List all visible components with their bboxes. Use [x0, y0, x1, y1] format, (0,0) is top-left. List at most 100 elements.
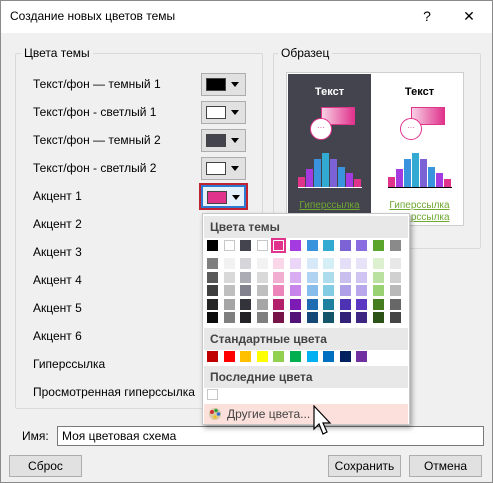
theme-shade-swatch[interactable]: [290, 312, 301, 323]
theme-shade-swatch[interactable]: [273, 285, 285, 296]
sample-bar: [306, 169, 313, 187]
theme-shade-swatch[interactable]: [290, 271, 301, 283]
standard-color-swatch[interactable]: [207, 351, 218, 362]
close-button[interactable]: ✕: [447, 1, 491, 31]
theme-shade-swatch[interactable]: [389, 258, 401, 269]
theme-shade-swatch[interactable]: [256, 312, 268, 323]
theme-color-swatch[interactable]: [240, 240, 252, 251]
theme-shade-swatch[interactable]: [207, 312, 218, 323]
theme-shade-swatch[interactable]: [290, 298, 301, 310]
theme-shade-swatch[interactable]: [389, 285, 401, 296]
theme-shade-swatch[interactable]: [339, 312, 351, 323]
theme-shade-swatch[interactable]: [339, 298, 351, 310]
sample-legend: Образец: [278, 46, 333, 60]
theme-shade-swatch[interactable]: [273, 312, 285, 323]
color-picker-button[interactable]: [201, 73, 246, 96]
help-button[interactable]: ?: [405, 1, 449, 31]
theme-shade-swatch[interactable]: [306, 258, 318, 269]
cancel-button[interactable]: Отмена: [409, 455, 482, 477]
theme-shade-swatch[interactable]: [323, 285, 335, 296]
theme-color-swatch[interactable]: [271, 238, 287, 253]
theme-shade-swatch[interactable]: [223, 271, 235, 283]
theme-shade-swatch[interactable]: [373, 271, 384, 283]
theme-shade-swatch[interactable]: [207, 285, 218, 296]
theme-color-swatch[interactable]: [256, 240, 268, 251]
theme-shade-swatch[interactable]: [240, 312, 252, 323]
theme-shade-swatch[interactable]: [290, 258, 301, 269]
theme-shade-swatch[interactable]: [240, 271, 252, 283]
recent-color-swatch[interactable]: [207, 389, 218, 400]
standard-color-swatch[interactable]: [323, 351, 335, 362]
theme-shade-swatch[interactable]: [273, 258, 285, 269]
standard-color-swatch[interactable]: [223, 351, 235, 362]
theme-shade-swatch[interactable]: [356, 312, 368, 323]
theme-shade-swatch[interactable]: [256, 258, 268, 269]
theme-color-swatch[interactable]: [223, 240, 235, 251]
theme-shade-swatch[interactable]: [373, 298, 384, 310]
standard-color-swatch[interactable]: [240, 351, 252, 362]
color-picker-button[interactable]: [201, 101, 246, 124]
standard-color-swatch[interactable]: [339, 351, 351, 362]
standard-color-swatch[interactable]: [256, 351, 268, 362]
color-picker-button[interactable]: [199, 183, 248, 210]
theme-shade-swatch[interactable]: [306, 298, 318, 310]
color-picker-button[interactable]: [201, 129, 246, 152]
theme-shade-swatch[interactable]: [223, 258, 235, 269]
color-picker-button[interactable]: [201, 157, 246, 180]
theme-color-swatch[interactable]: [207, 240, 218, 251]
theme-shade-swatch[interactable]: [373, 312, 384, 323]
theme-color-swatch[interactable]: [290, 240, 301, 251]
theme-shade-swatch[interactable]: [207, 271, 218, 283]
theme-shade-swatch[interactable]: [323, 298, 335, 310]
theme-shade-swatch[interactable]: [339, 285, 351, 296]
theme-color-swatch[interactable]: [306, 240, 318, 251]
standard-color-swatch[interactable]: [273, 351, 285, 362]
save-button[interactable]: Сохранить: [328, 455, 401, 477]
theme-shade-swatch[interactable]: [223, 298, 235, 310]
theme-shade-swatch[interactable]: [273, 271, 285, 283]
theme-shade-swatch[interactable]: [256, 271, 268, 283]
theme-shade-swatch[interactable]: [223, 312, 235, 323]
theme-shade-swatch[interactable]: [373, 258, 384, 269]
theme-shade-swatch[interactable]: [323, 312, 335, 323]
theme-shade-swatch[interactable]: [356, 258, 368, 269]
theme-color-swatch[interactable]: [323, 240, 335, 251]
sample-hyperlink: Гиперссылка: [389, 200, 450, 211]
theme-shade-swatch[interactable]: [356, 298, 368, 310]
name-input[interactable]: Моя цветовая схема: [57, 426, 484, 446]
theme-shade-swatch[interactable]: [240, 285, 252, 296]
standard-color-swatch[interactable]: [290, 351, 301, 362]
theme-shade-swatch[interactable]: [356, 271, 368, 283]
standard-color-swatch[interactable]: [356, 351, 368, 362]
theme-shade-swatch[interactable]: [256, 285, 268, 296]
standard-color-swatch[interactable]: [306, 351, 318, 362]
theme-shade-swatch[interactable]: [207, 258, 218, 269]
dropdown-arrow-icon: [231, 166, 239, 171]
theme-shade-swatch[interactable]: [306, 312, 318, 323]
theme-color-swatch[interactable]: [373, 240, 384, 251]
theme-shade-swatch[interactable]: [389, 271, 401, 283]
theme-color-swatch[interactable]: [389, 240, 401, 251]
theme-color-swatch[interactable]: [356, 240, 368, 251]
theme-shade-swatch[interactable]: [240, 258, 252, 269]
theme-shade-swatch[interactable]: [207, 298, 218, 310]
theme-shade-swatch[interactable]: [373, 285, 384, 296]
theme-shade-swatch[interactable]: [323, 271, 335, 283]
theme-shade-swatch[interactable]: [273, 298, 285, 310]
theme-shade-swatch[interactable]: [290, 285, 301, 296]
theme-shade-swatch[interactable]: [306, 285, 318, 296]
sample-bar: [330, 159, 337, 187]
theme-shade-swatch[interactable]: [240, 298, 252, 310]
theme-color-swatch[interactable]: [339, 240, 351, 251]
theme-shade-swatch[interactable]: [256, 298, 268, 310]
theme-shade-swatch[interactable]: [339, 271, 351, 283]
reset-button[interactable]: Сброс: [9, 455, 82, 477]
more-colors-item[interactable]: Другие цвета...: [204, 404, 408, 424]
theme-shade-swatch[interactable]: [306, 271, 318, 283]
theme-shade-swatch[interactable]: [389, 312, 401, 323]
theme-shade-swatch[interactable]: [389, 298, 401, 310]
theme-shade-swatch[interactable]: [356, 285, 368, 296]
theme-shade-swatch[interactable]: [223, 285, 235, 296]
theme-shade-swatch[interactable]: [323, 258, 335, 269]
theme-shade-swatch[interactable]: [339, 258, 351, 269]
